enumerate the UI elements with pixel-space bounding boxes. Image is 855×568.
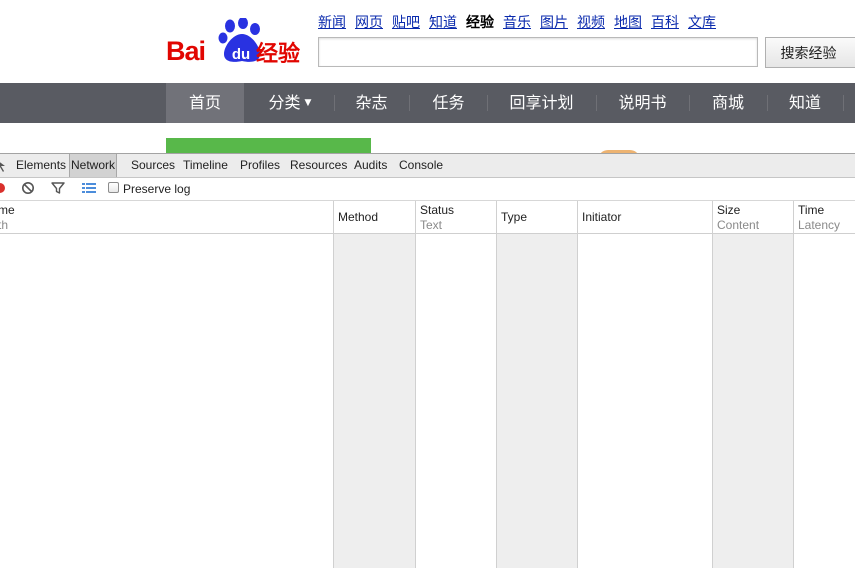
baidu-jingyan-logo[interactable]: Bai du 经验: [166, 16, 306, 70]
topnav-link-map[interactable]: 地图: [614, 15, 642, 31]
list-view-icon[interactable]: [81, 181, 97, 195]
topnav-link-zhidao[interactable]: 知道: [429, 15, 457, 31]
search-input[interactable]: [318, 37, 758, 67]
preserve-log-checkbox[interactable]: [108, 182, 119, 193]
nav-item-label: 任务: [432, 93, 465, 112]
logo-bai-text: Bai: [166, 36, 206, 66]
column-header-status[interactable]: Status Text: [420, 201, 496, 233]
nav-item-label: 杂志: [355, 93, 388, 112]
column-subtitle: Text: [420, 218, 443, 232]
column-divider[interactable]: [577, 201, 578, 568]
topnav-link-video[interactable]: 视频: [577, 15, 605, 31]
nav-item-label: 知道: [788, 93, 821, 112]
chevron-down-icon: ▼: [304, 98, 312, 108]
banner-peek: [166, 138, 371, 154]
nav-item-manuals[interactable]: 说明书: [597, 83, 688, 123]
tab-resources[interactable]: Resources: [290, 154, 347, 177]
method-column-bg: [334, 234, 415, 568]
column-divider[interactable]: [333, 201, 334, 568]
devtools-tab-bar: Elements Network Sources Timeline Profil…: [0, 154, 855, 178]
topnav-link-music[interactable]: 音乐: [503, 15, 531, 31]
tab-elements[interactable]: Elements: [16, 154, 66, 177]
column-title: Initiator: [582, 210, 622, 224]
network-toolbar: Preserve log: [0, 178, 855, 201]
nav-item-tasks[interactable]: 任务: [410, 83, 487, 123]
column-title: Size: [717, 203, 741, 217]
tab-timeline[interactable]: Timeline: [183, 154, 228, 177]
column-divider[interactable]: [793, 201, 794, 568]
category-navbar: 首页 分类 ▼ 杂志 任务 回享计划 说明书 商城 知道: [0, 83, 855, 123]
search-button[interactable]: 搜索经验: [765, 37, 855, 68]
nav-item-mall[interactable]: 商城: [690, 83, 766, 123]
inspect-icon[interactable]: [0, 160, 5, 172]
tab-profiles[interactable]: Profiles: [240, 154, 280, 177]
topnav-link-web[interactable]: 网页: [355, 15, 383, 31]
network-grid-header: me th Method Status Text Type Initiator …: [0, 201, 855, 234]
column-title: Status: [420, 203, 455, 217]
topnav-link-news[interactable]: 新闻: [318, 15, 346, 31]
topnav-link-tieba[interactable]: 贴吧: [392, 15, 420, 31]
product-nav: 新闻 网页 贴吧 知道 经验 音乐 图片 视频 地图 百科 文库: [318, 12, 725, 32]
nav-item-label: 分类: [268, 93, 301, 112]
filter-icon[interactable]: [51, 181, 65, 195]
column-divider[interactable]: [496, 201, 497, 568]
nav-divider: [843, 95, 844, 111]
nav-item-category[interactable]: 分类 ▼: [246, 83, 334, 123]
column-title: Method: [338, 210, 379, 224]
topnav-link-jingyan: 经验: [466, 15, 494, 31]
tab-sources[interactable]: Sources: [131, 154, 175, 177]
tab-console[interactable]: Console: [399, 154, 443, 177]
tab-audits[interactable]: Audits: [354, 154, 387, 177]
type-column-bg: [497, 234, 577, 568]
topnav-link-baike[interactable]: 百科: [651, 15, 679, 31]
nav-item-label: 说明书: [618, 93, 667, 112]
clear-icon[interactable]: [21, 181, 35, 195]
nav-item-home[interactable]: 首页: [166, 83, 244, 123]
nav-item-share-plan[interactable]: 回享计划: [488, 83, 595, 123]
nav-item-label: 首页: [188, 93, 221, 112]
column-header-name[interactable]: me th: [0, 201, 333, 233]
nav-item-zhidao[interactable]: 知道: [768, 83, 842, 123]
column-title: Time: [798, 203, 825, 217]
column-subtitle: Latency: [798, 218, 841, 232]
record-icon[interactable]: [0, 181, 6, 195]
column-divider[interactable]: [415, 201, 416, 568]
nav-item-label: 商城: [711, 93, 744, 112]
devtools-panel: Elements Network Sources Timeline Profil…: [0, 153, 855, 568]
tab-network[interactable]: Network: [69, 154, 118, 177]
topnav-link-wenku[interactable]: 文库: [688, 15, 716, 31]
logo-du-text: du: [231, 46, 251, 63]
column-header-time[interactable]: Time Latency: [798, 201, 855, 233]
column-header-type[interactable]: Type: [501, 201, 577, 233]
column-subtitle: Content: [717, 218, 760, 232]
column-subtitle: th: [0, 218, 9, 232]
column-header-size[interactable]: Size Content: [717, 201, 793, 233]
column-divider[interactable]: [712, 201, 713, 568]
column-title: Type: [501, 210, 528, 224]
preserve-log-label: Preserve log: [123, 182, 191, 196]
column-header-method[interactable]: Method: [338, 201, 414, 233]
size-column-bg: [713, 234, 793, 568]
column-header-initiator[interactable]: Initiator: [582, 201, 712, 233]
nav-item-label: 回享计划: [509, 93, 574, 112]
logo-jingyan-text: 经验: [256, 42, 301, 67]
nav-item-magazine[interactable]: 杂志: [335, 83, 408, 123]
topnav-link-images[interactable]: 图片: [540, 15, 568, 31]
column-title: me: [0, 203, 15, 217]
